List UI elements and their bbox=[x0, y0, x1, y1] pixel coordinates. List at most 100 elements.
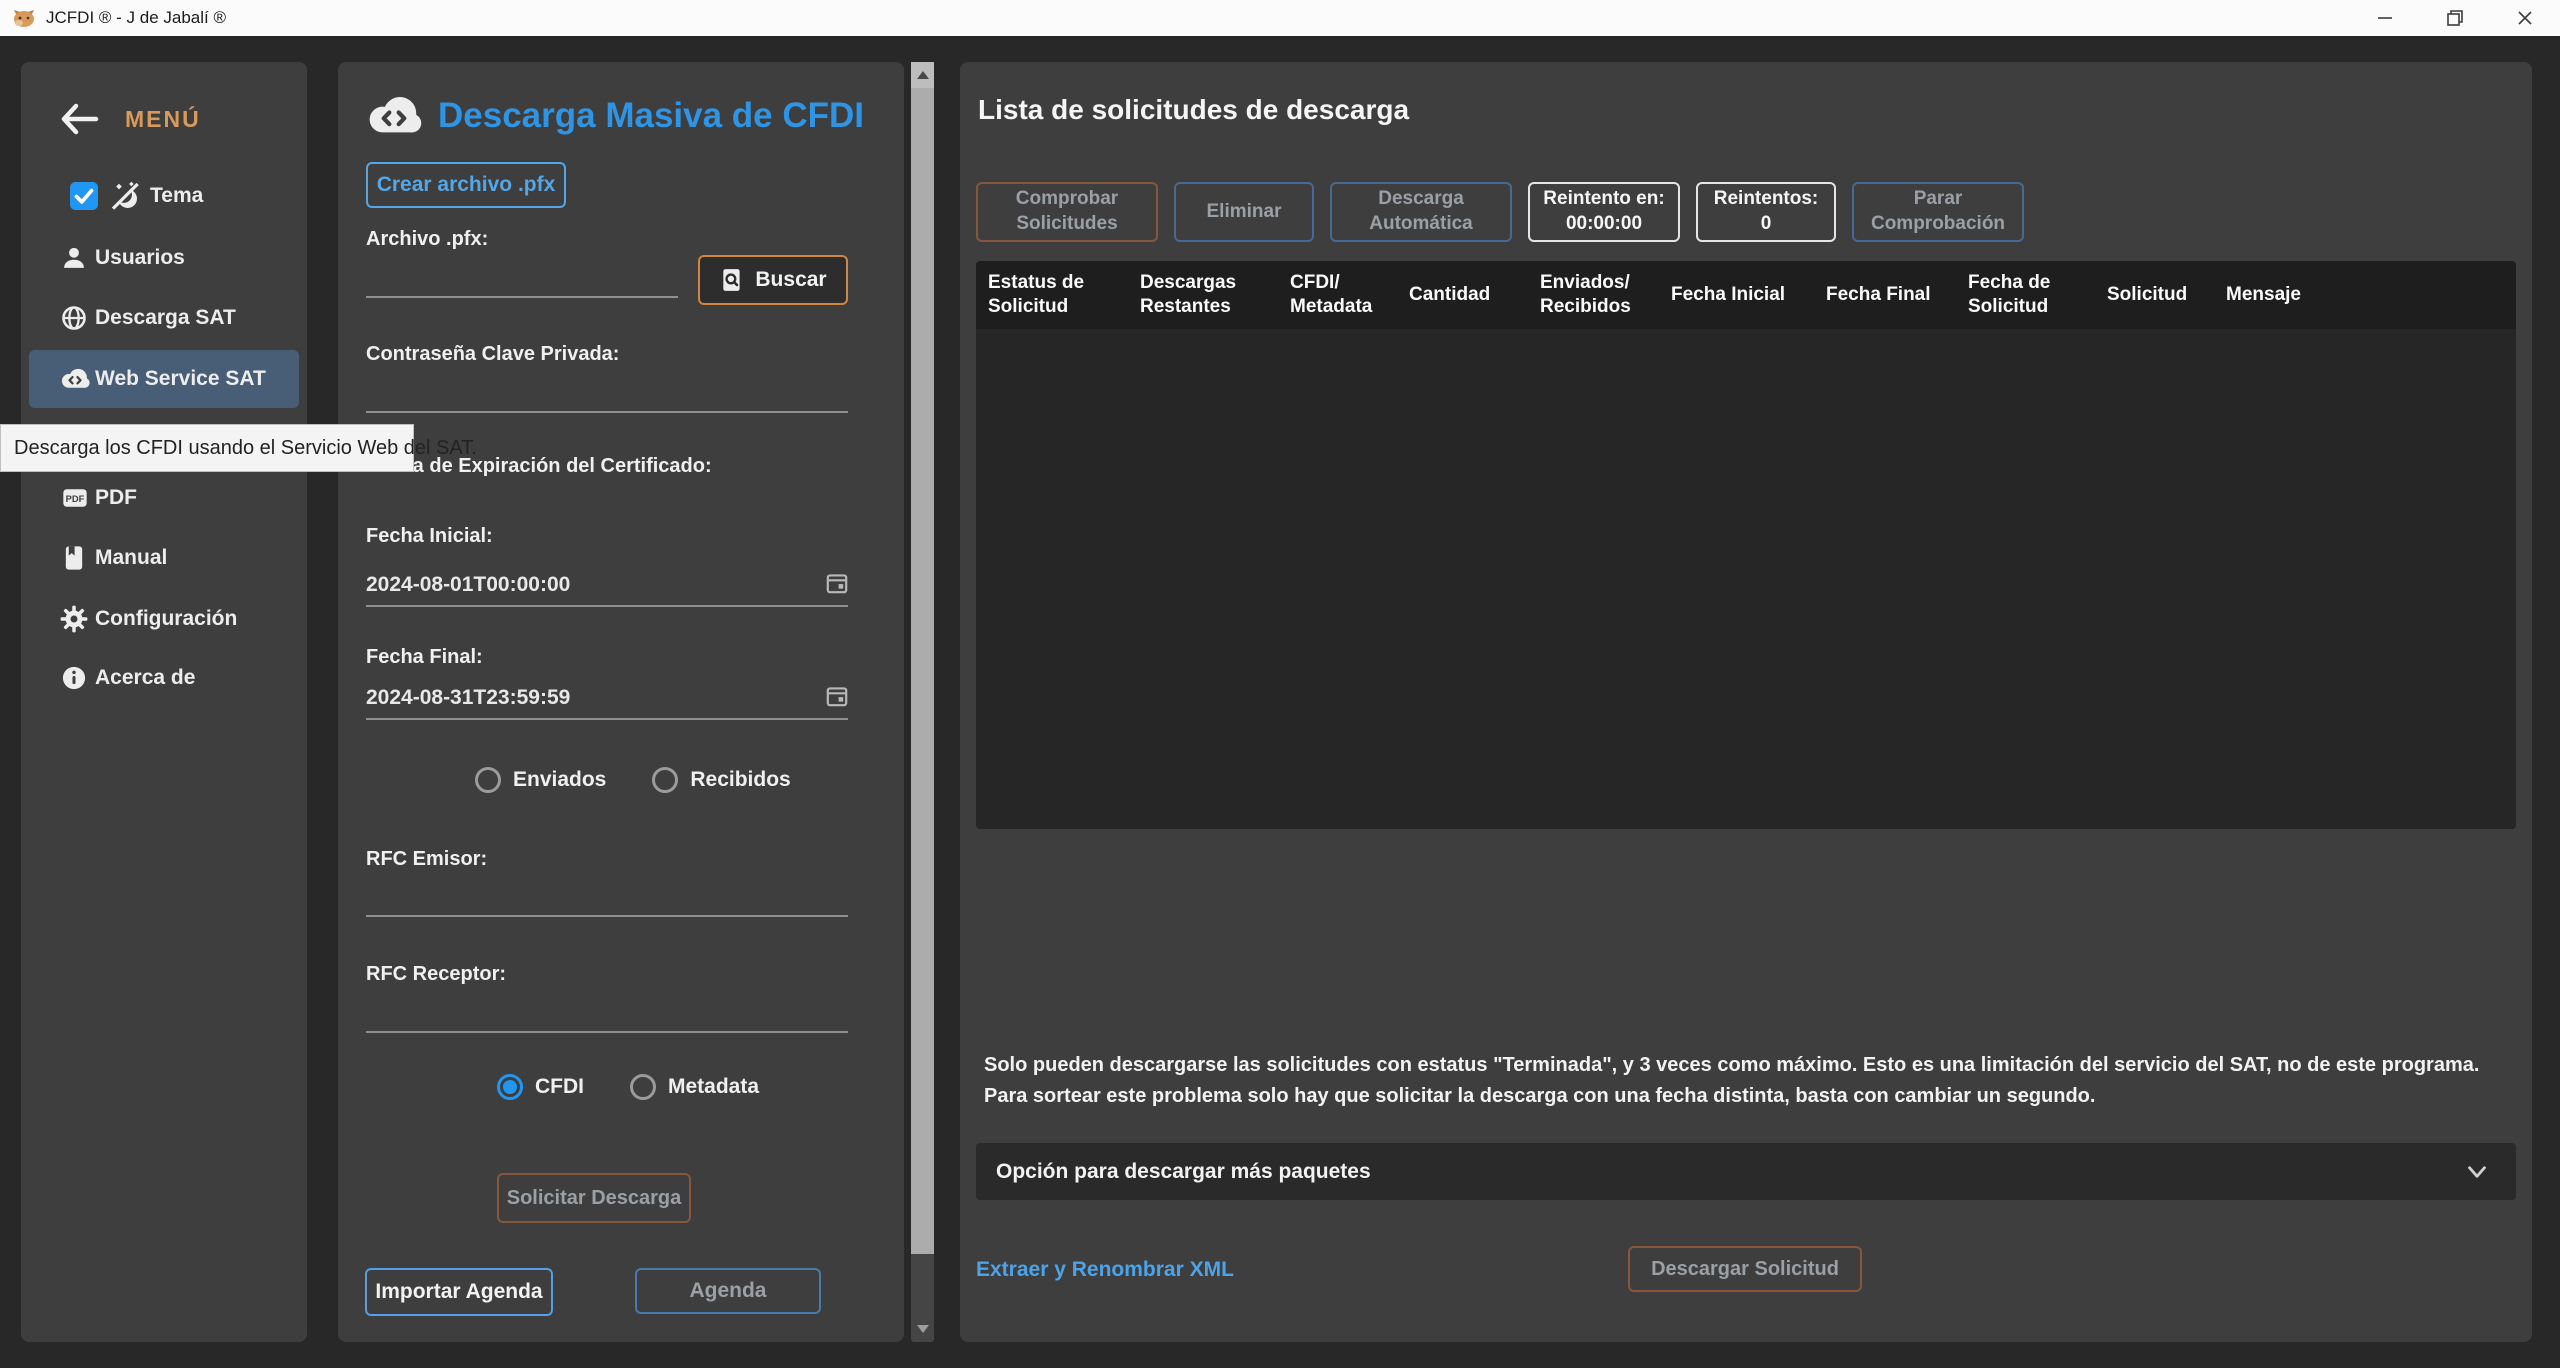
browse-button[interactable]: Buscar bbox=[698, 255, 848, 305]
boar-logo-icon bbox=[12, 7, 36, 29]
end-date-underline bbox=[366, 718, 848, 720]
start-date-label: Fecha Inicial: bbox=[366, 525, 493, 548]
tema-checkbox[interactable] bbox=[70, 182, 98, 210]
enviados-radio-label: Enviados bbox=[513, 768, 606, 792]
scroll-up-icon[interactable] bbox=[911, 62, 934, 88]
sidebar-item-label: Web Service SAT bbox=[95, 367, 266, 391]
sidebar-item-label: PDF bbox=[95, 486, 137, 510]
recibidos-radio[interactable] bbox=[652, 767, 678, 793]
svg-text:PDF: PDF bbox=[66, 494, 85, 504]
requests-table: Estatus de Solicitud Descargas Restantes… bbox=[976, 261, 2516, 829]
list-title: Lista de solicitudes de descarga bbox=[978, 94, 1409, 126]
import-agenda-button[interactable]: Importar Agenda bbox=[365, 1268, 553, 1316]
tooltip: Descarga los CFDI usando el Servicio Web… bbox=[0, 424, 414, 472]
cfdi-radio-label: CFDI bbox=[535, 1075, 584, 1099]
column-header: Fecha de Solicitud bbox=[1956, 271, 2095, 319]
column-header: Estatus de Solicitud bbox=[976, 271, 1128, 319]
request-list-panel: Lista de solicitudes de descarga Comprob… bbox=[960, 62, 2532, 1342]
info-icon bbox=[60, 664, 88, 692]
sidebar-item-label: Tema bbox=[150, 184, 203, 208]
download-form-panel: Descarga Masiva de CFDI Crear archivo .p… bbox=[338, 62, 904, 1342]
delete-button[interactable]: Eliminar bbox=[1174, 182, 1314, 242]
sidebar-item-label: Configuración bbox=[95, 607, 237, 631]
main-area: MENÚ T bbox=[0, 36, 2560, 1368]
cloud-code-icon bbox=[366, 94, 422, 138]
column-header: Fecha Inicial bbox=[1659, 283, 1814, 307]
restore-button[interactable] bbox=[2420, 0, 2490, 36]
menu-header: MENÚ bbox=[59, 102, 201, 136]
table-header-row: Estatus de Solicitud Descargas Restantes… bbox=[976, 261, 2516, 329]
person-icon bbox=[60, 244, 88, 272]
sidebar-item-usuarios[interactable]: Usuarios bbox=[21, 234, 307, 282]
cloud-code-icon bbox=[60, 367, 90, 391]
sidebar-item-web-service-sat[interactable]: Web Service SAT bbox=[29, 350, 299, 408]
sidebar-item-manual[interactable]: Manual bbox=[21, 534, 307, 582]
gear-icon bbox=[60, 605, 88, 633]
extract-rename-xml-link[interactable]: Extraer y Renombrar XML bbox=[976, 1258, 1234, 1282]
sidebar-item-pdf[interactable]: PDF PDF bbox=[21, 474, 307, 522]
start-date-value[interactable]: 2024-08-01T00:00:00 bbox=[366, 573, 570, 597]
calendar-icon[interactable] bbox=[824, 683, 850, 709]
column-header: Solicitud bbox=[2095, 283, 2214, 307]
enviados-radio[interactable] bbox=[475, 767, 501, 793]
sidebar-item-label: Usuarios bbox=[95, 246, 185, 270]
rfc-emisor-input[interactable] bbox=[366, 867, 848, 917]
sidebar-item-configuracion[interactable]: Configuración bbox=[21, 595, 307, 643]
more-packages-accordion[interactable]: Opción para descargar más paquetes bbox=[976, 1143, 2516, 1200]
direction-radio-group: Enviados Recibidos bbox=[475, 767, 791, 793]
minimize-button[interactable] bbox=[2350, 0, 2420, 36]
sidebar-item-label: Manual bbox=[95, 546, 167, 570]
cfdi-radio[interactable] bbox=[497, 1074, 523, 1100]
form-header: Descarga Masiva de CFDI bbox=[366, 94, 864, 138]
end-date-label: Fecha Final: bbox=[366, 646, 483, 669]
app-window: JCFDI ® - J de Jabalí ® bbox=[0, 0, 2560, 1368]
column-header: Fecha Final bbox=[1814, 283, 1956, 307]
titlebar: JCFDI ® - J de Jabalí ® bbox=[0, 0, 2560, 36]
globe-icon bbox=[60, 304, 88, 332]
tooltip-text: Descarga los CFDI usando el Servicio Web… bbox=[14, 437, 477, 460]
window-controls bbox=[2350, 0, 2560, 36]
calendar-icon[interactable] bbox=[824, 570, 850, 596]
column-header: Cantidad bbox=[1397, 283, 1528, 307]
chevron-down-icon bbox=[2462, 1157, 2492, 1187]
sidebar: MENÚ T bbox=[21, 62, 307, 1342]
scroll-down-icon[interactable] bbox=[911, 1316, 934, 1342]
window-title: JCFDI ® - J de Jabalí ® bbox=[46, 8, 226, 28]
sidebar-item-label: Acerca de bbox=[95, 666, 195, 690]
start-date-underline bbox=[366, 605, 848, 607]
column-header: Enviados/ Recibidos bbox=[1528, 271, 1659, 319]
stop-check-button[interactable]: Parar Comprobación bbox=[1852, 182, 2024, 242]
table-body-empty bbox=[976, 329, 2516, 829]
auto-download-button[interactable]: Descarga Automática bbox=[1330, 182, 1512, 242]
close-button[interactable] bbox=[2490, 0, 2560, 36]
request-download-button[interactable]: Solicitar Descarga bbox=[497, 1173, 691, 1223]
column-header: Mensaje bbox=[2214, 283, 2516, 307]
metadata-radio[interactable] bbox=[630, 1074, 656, 1100]
form-scrollbar[interactable] bbox=[911, 62, 934, 1342]
check-requests-button[interactable]: Comprobar Solicitudes bbox=[976, 182, 1158, 242]
download-request-button[interactable]: Descargar Solicitud bbox=[1628, 1246, 1862, 1292]
column-header: Descargas Restantes bbox=[1128, 271, 1278, 319]
pfx-file-input[interactable] bbox=[366, 248, 678, 298]
theme-icon bbox=[109, 180, 141, 212]
sidebar-item-descarga-sat[interactable]: Descarga SAT bbox=[21, 294, 307, 342]
type-radio-group: CFDI Metadata bbox=[497, 1074, 759, 1100]
sidebar-item-tema[interactable]: Tema bbox=[21, 172, 307, 220]
limitation-note: Solo pueden descargarse las solicitudes … bbox=[984, 1050, 2494, 1112]
file-search-icon bbox=[719, 267, 745, 293]
rfc-receptor-input[interactable] bbox=[366, 983, 848, 1033]
create-pfx-button[interactable]: Crear archivo .pfx bbox=[366, 162, 566, 208]
back-arrow-icon[interactable] bbox=[59, 102, 101, 136]
sidebar-item-acerca-de[interactable]: Acerca de bbox=[21, 654, 307, 702]
agenda-button[interactable]: Agenda bbox=[635, 1268, 821, 1314]
scrollbar-thumb[interactable] bbox=[911, 88, 934, 1254]
book-icon bbox=[60, 544, 88, 572]
list-toolbar: Comprobar Solicitudes Eliminar Descarga … bbox=[976, 182, 2024, 242]
private-key-password-input[interactable] bbox=[366, 363, 848, 413]
metadata-radio-label: Metadata bbox=[668, 1075, 759, 1099]
browse-button-label: Buscar bbox=[755, 268, 826, 292]
recibidos-radio-label: Recibidos bbox=[690, 768, 790, 792]
end-date-value[interactable]: 2024-08-31T23:59:59 bbox=[366, 686, 570, 710]
accordion-label: Opción para descargar más paquetes bbox=[996, 1160, 1371, 1184]
sidebar-item-label: Descarga SAT bbox=[95, 306, 236, 330]
